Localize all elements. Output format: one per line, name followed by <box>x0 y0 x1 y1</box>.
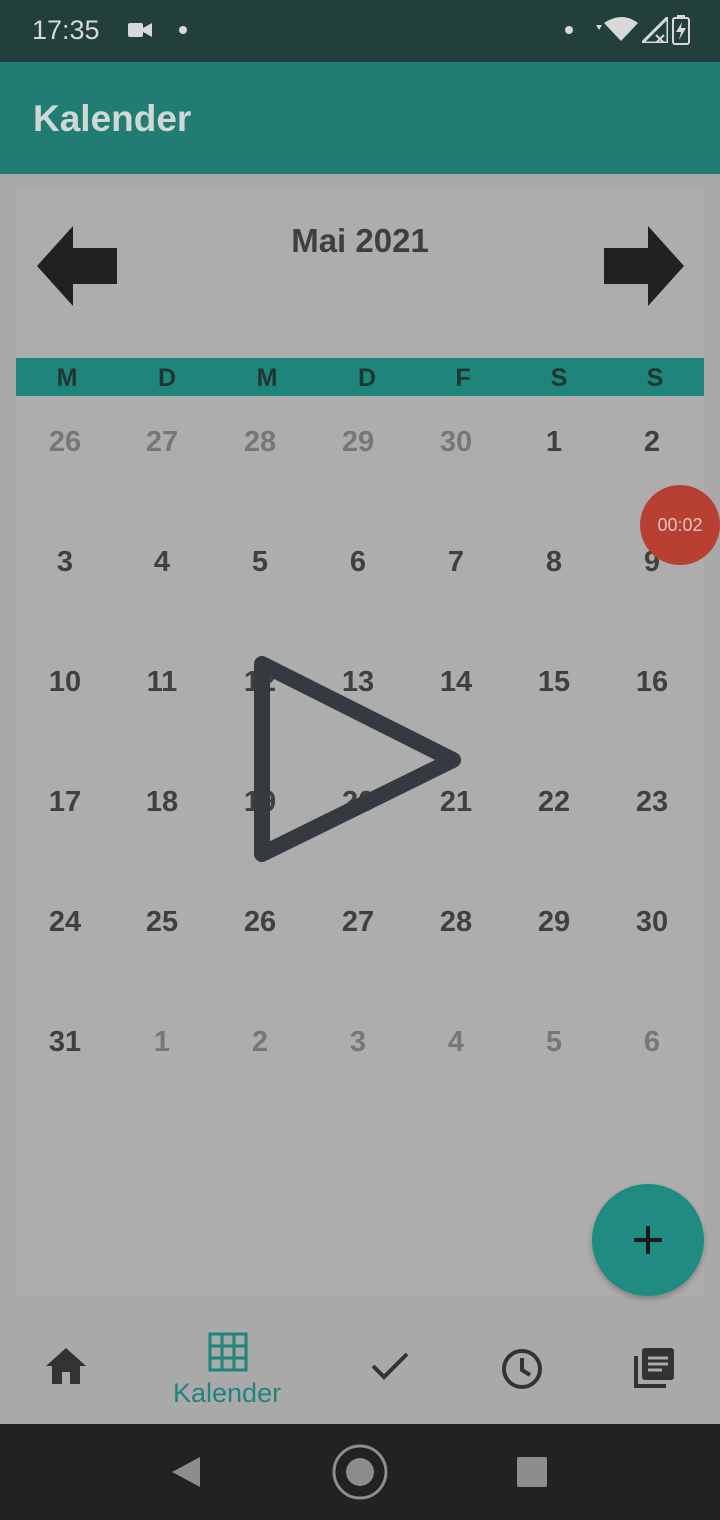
calendar-day[interactable]: 22 <box>505 786 603 819</box>
weekday-label: M <box>256 364 278 392</box>
calendar-day[interactable]: 7 <box>407 546 505 579</box>
calendar-day[interactable]: 26 <box>16 426 114 459</box>
wifi-icon <box>596 17 638 41</box>
calendar-day[interactable]: 26 <box>211 906 309 939</box>
nav-calendar-label: Kalender <box>173 1378 282 1408</box>
calendar-day[interactable]: 11 <box>113 666 211 699</box>
calendar-day[interactable]: 2 <box>603 426 701 459</box>
recording-timer-badge[interactable]: 00:02 <box>640 485 720 565</box>
calendar-day[interactable]: 3 <box>309 1026 407 1059</box>
calendar-grid-icon <box>208 1332 248 1372</box>
calendar-day[interactable]: 5 <box>211 546 309 579</box>
calendar-day[interactable]: 30 <box>603 906 701 939</box>
calendar-day[interactable]: 4 <box>113 546 211 579</box>
check-icon <box>371 1352 409 1380</box>
calendar-day[interactable]: 24 <box>16 906 114 939</box>
calendar-day[interactable]: 17 <box>16 786 114 819</box>
calendar-day[interactable]: 4 <box>407 1026 505 1059</box>
nav-history[interactable] <box>500 1347 544 1391</box>
weekday-label: D <box>357 364 377 392</box>
calendar-day[interactable]: 30 <box>407 426 505 459</box>
weekday-label: F <box>455 364 471 392</box>
home-icon <box>46 1348 86 1384</box>
weekday-label: D <box>157 364 177 392</box>
calendar-day[interactable]: 1 <box>505 426 603 459</box>
recents-icon[interactable] <box>516 1456 548 1488</box>
calendar-day[interactable]: 6 <box>603 1026 701 1059</box>
nav-notes[interactable] <box>632 1346 676 1390</box>
calendar-day[interactable]: 31 <box>16 1026 114 1059</box>
calendar-day[interactable]: 23 <box>603 786 701 819</box>
home-button-icon[interactable] <box>331 1443 389 1501</box>
bottom-navigation <box>0 1312 720 1424</box>
calendar-day[interactable]: 28 <box>407 906 505 939</box>
cell-signal-icon <box>642 17 668 43</box>
calendar-day[interactable]: 16 <box>603 666 701 699</box>
page-title: Kalender <box>33 98 192 139</box>
nav-home[interactable] <box>44 1346 88 1386</box>
nav-tasks[interactable] <box>370 1350 410 1382</box>
add-event-button[interactable] <box>592 1184 704 1296</box>
back-icon[interactable] <box>170 1455 202 1489</box>
calendar-day[interactable]: 27 <box>113 426 211 459</box>
play-icon[interactable] <box>245 650 470 870</box>
calendar-day[interactable]: 29 <box>505 906 603 939</box>
weekday-label: S <box>550 364 568 392</box>
calendar-day[interactable]: 10 <box>16 666 114 699</box>
calendar-day[interactable]: 28 <box>211 426 309 459</box>
calendar-day[interactable]: 2 <box>211 1026 309 1059</box>
calendar-day[interactable]: 27 <box>309 906 407 939</box>
calendar-day[interactable]: 25 <box>113 906 211 939</box>
calendar-day[interactable]: 29 <box>309 426 407 459</box>
calendar-day[interactable]: 15 <box>505 666 603 699</box>
calendar-day[interactable]: 3 <box>16 546 114 579</box>
weekday-label: M <box>56 364 78 392</box>
weekday-label: S <box>646 364 664 392</box>
calendar-day[interactable]: 1 <box>113 1026 211 1059</box>
video-camera-icon <box>128 23 152 37</box>
status-bar: 17:35 <box>0 0 720 62</box>
system-navigation-bar <box>0 1424 720 1520</box>
next-month-button[interactable] <box>602 224 686 308</box>
plus-icon <box>634 1226 662 1254</box>
calendar-day[interactable]: 6 <box>309 546 407 579</box>
dot-icon <box>179 26 187 34</box>
dot-icon <box>565 26 573 34</box>
battery-charging-icon <box>672 15 690 45</box>
calendar-day[interactable]: 18 <box>113 786 211 819</box>
notes-icon <box>634 1348 674 1388</box>
status-time: 17:35 <box>32 15 100 45</box>
calendar-day[interactable]: 5 <box>505 1026 603 1059</box>
clock-icon <box>502 1349 542 1389</box>
calendar-day[interactable]: 8 <box>505 546 603 579</box>
arrow-right-icon <box>604 226 684 306</box>
